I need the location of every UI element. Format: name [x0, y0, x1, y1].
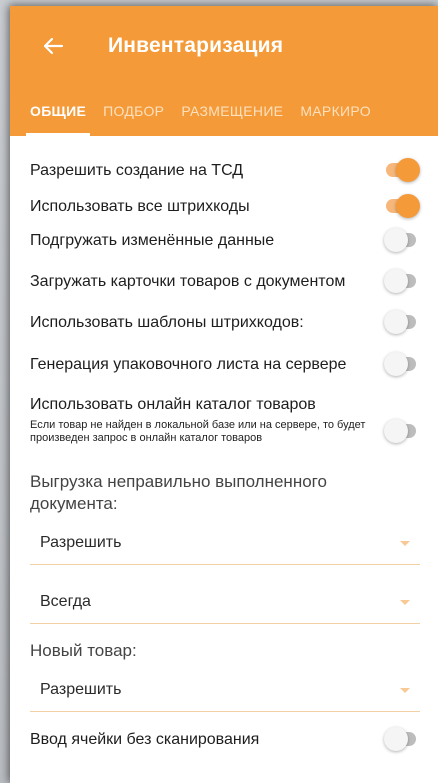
new-item-select[interactable]: Разрешить	[30, 668, 420, 712]
tab-picking[interactable]: ПОДБОР	[103, 86, 164, 136]
toggle-switch[interactable]	[384, 726, 420, 752]
select-value: Всегда	[40, 592, 91, 610]
setting-load-changed-data: Подгружать изменённые данные	[30, 223, 438, 257]
page-title: Инвентаризация	[108, 34, 284, 57]
setting-label: Использовать онлайн каталог товаров	[30, 396, 316, 413]
toggle-switch[interactable]	[384, 227, 420, 253]
setting-label: Использовать шаблоны штрихкодов:	[30, 313, 304, 331]
app-bar: Инвентаризация	[10, 6, 438, 86]
select-value: Разрешить	[40, 533, 122, 551]
new-item-section-label: Новый товар:	[30, 641, 137, 660]
dropdown-caret-icon	[400, 541, 410, 546]
unload-frequency-select[interactable]: Всегда	[30, 580, 420, 624]
setting-use-all-barcodes: Использовать все штрихкоды	[30, 189, 438, 223]
arrow-back-icon[interactable]	[40, 33, 66, 59]
toggle-switch[interactable]	[384, 418, 420, 444]
toggle-switch[interactable]	[384, 309, 420, 335]
setting-allow-create: Разрешить создание на ТСД	[30, 151, 438, 189]
settings-list: Разрешить создание на ТСД Использовать в…	[10, 151, 438, 756]
setting-label: Использовать все штрихкоды	[30, 197, 250, 215]
dropdown-caret-icon	[400, 688, 410, 693]
tab-general[interactable]: ОБЩИЕ	[25, 86, 91, 136]
dropdown-caret-icon	[400, 600, 410, 605]
tab-bar: ОБЩИЕ ПОДБОР РАЗМЕЩЕНИЕ МАРКИРО	[10, 86, 438, 136]
setting-barcode-templates: Использовать шаблоны штрихкодов:	[30, 305, 438, 339]
setting-packing-list-generation: Генерация упаковочного листа на сервере	[30, 339, 438, 389]
select-value: Разрешить	[40, 680, 122, 698]
toggle-switch[interactable]	[384, 157, 420, 183]
unload-section-label: Выгрузка неправильно выполненного докуме…	[30, 472, 327, 513]
tab-marking[interactable]: МАРКИРО	[300, 86, 371, 136]
toggle-switch[interactable]	[384, 268, 420, 294]
setting-description: Если товар не найден в локальной базе ил…	[30, 419, 366, 444]
unload-mode-select[interactable]: Разрешить	[30, 521, 420, 565]
setting-label: Загружать карточки товаров с документом	[30, 272, 346, 290]
setting-label: Ввод ячейки без сканирования	[30, 730, 260, 748]
setting-text-group: Использовать онлайн каталог товаров Если…	[30, 395, 368, 445]
tab-placement[interactable]: РАЗМЕЩЕНИЕ	[181, 86, 283, 136]
toggle-switch[interactable]	[384, 193, 420, 219]
phone-screen: Инвентаризация ОБЩИЕ ПОДБОР РАЗМЕЩЕНИЕ М…	[10, 6, 438, 783]
toggle-switch[interactable]	[384, 351, 420, 377]
setting-online-catalog: Использовать онлайн каталог товаров Если…	[30, 389, 438, 463]
setting-label: Разрешить создание на ТСД	[30, 161, 244, 179]
setting-cell-input-without-scan: Ввод ячейки без сканирования	[30, 722, 438, 756]
setting-label: Подгружать изменённые данные	[30, 231, 275, 249]
setting-label: Генерация упаковочного листа на сервере	[30, 355, 347, 373]
setting-load-item-cards: Загружать карточки товаров с документом	[30, 257, 438, 305]
